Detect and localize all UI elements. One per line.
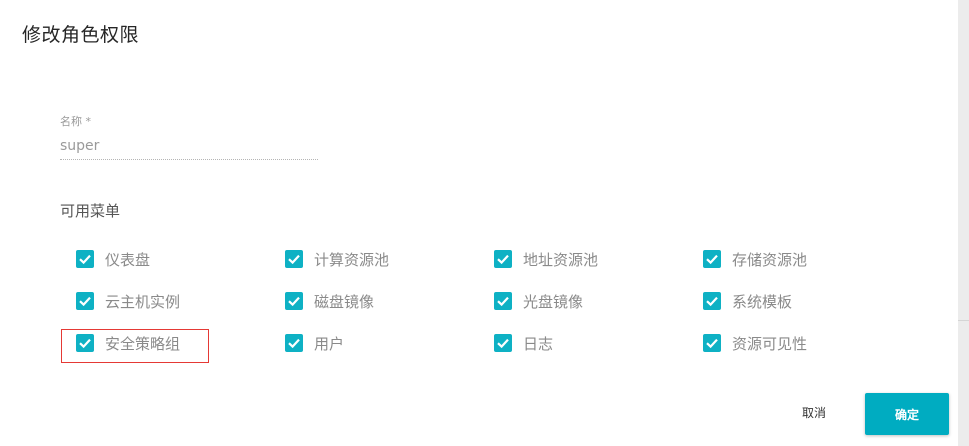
checkbox-checked-icon: [285, 292, 303, 310]
name-field[interactable]: super: [60, 136, 318, 160]
menu-checkbox-label: 光盘镜像: [523, 292, 584, 311]
checkbox-checked-icon: [494, 334, 512, 352]
menu-checkbox-storage-pool[interactable]: 存储资源池: [703, 248, 807, 270]
menu-checkbox-label: 磁盘镜像: [314, 292, 375, 311]
menu-checkbox-users[interactable]: 用户: [285, 332, 344, 354]
menu-checkbox-logs[interactable]: 日志: [494, 332, 553, 354]
menu-checkbox-address-pool[interactable]: 地址资源池: [494, 248, 598, 270]
menu-checkbox-label: 云主机实例: [105, 292, 181, 311]
name-field-label: 名称 *: [60, 115, 91, 128]
checkbox-checked-icon: [76, 292, 94, 310]
checkbox-checked-icon: [285, 334, 303, 352]
checkbox-checked-icon: [703, 334, 721, 352]
menu-checkbox-security-group[interactable]: 安全策略组: [76, 332, 180, 354]
dialog-title: 修改角色权限: [22, 24, 140, 46]
menu-checkbox-label: 用户: [314, 334, 345, 353]
checkbox-checked-icon: [494, 292, 512, 310]
checkbox-checked-icon: [76, 250, 94, 268]
menu-checkbox-label: 存储资源池: [732, 250, 808, 269]
confirm-button[interactable]: 确定: [865, 393, 949, 435]
menu-checkbox-label: 仪表盘: [105, 250, 151, 269]
available-menus-label: 可用菜单: [60, 202, 121, 220]
menu-checkbox-vm-instance[interactable]: 云主机实例: [76, 290, 180, 312]
menu-checkbox-label: 日志: [523, 334, 554, 353]
checkbox-checked-icon: [76, 334, 94, 352]
menu-checkbox-label: 资源可见性: [732, 334, 808, 353]
menu-checkbox-label: 计算资源池: [314, 250, 390, 269]
menu-checkbox-label: 系统模板: [732, 292, 793, 311]
menu-checkbox-dashboard[interactable]: 仪表盘: [76, 248, 150, 270]
background-page-edge: [958, 0, 969, 446]
menu-checkbox-disk-image[interactable]: 磁盘镜像: [285, 290, 374, 312]
menu-checkbox-label: 安全策略组: [105, 334, 181, 353]
menu-checkbox-resource-visibility[interactable]: 资源可见性: [703, 332, 807, 354]
menu-checkbox-label: 地址资源池: [523, 250, 599, 269]
menu-checkbox-compute-pool[interactable]: 计算资源池: [285, 248, 389, 270]
cancel-button[interactable]: 取消: [786, 396, 842, 428]
menu-checkbox-iso-image[interactable]: 光盘镜像: [494, 290, 583, 312]
menu-checkbox-system-template[interactable]: 系统模板: [703, 290, 792, 312]
edit-role-permissions-dialog: 修改角色权限 名称 * super 可用菜单 仪表盘 计算资源池 地址资源池 存…: [0, 0, 958, 446]
checkbox-checked-icon: [285, 250, 303, 268]
checkbox-checked-icon: [703, 250, 721, 268]
checkbox-checked-icon: [703, 292, 721, 310]
divider: [958, 320, 969, 321]
checkbox-checked-icon: [494, 250, 512, 268]
